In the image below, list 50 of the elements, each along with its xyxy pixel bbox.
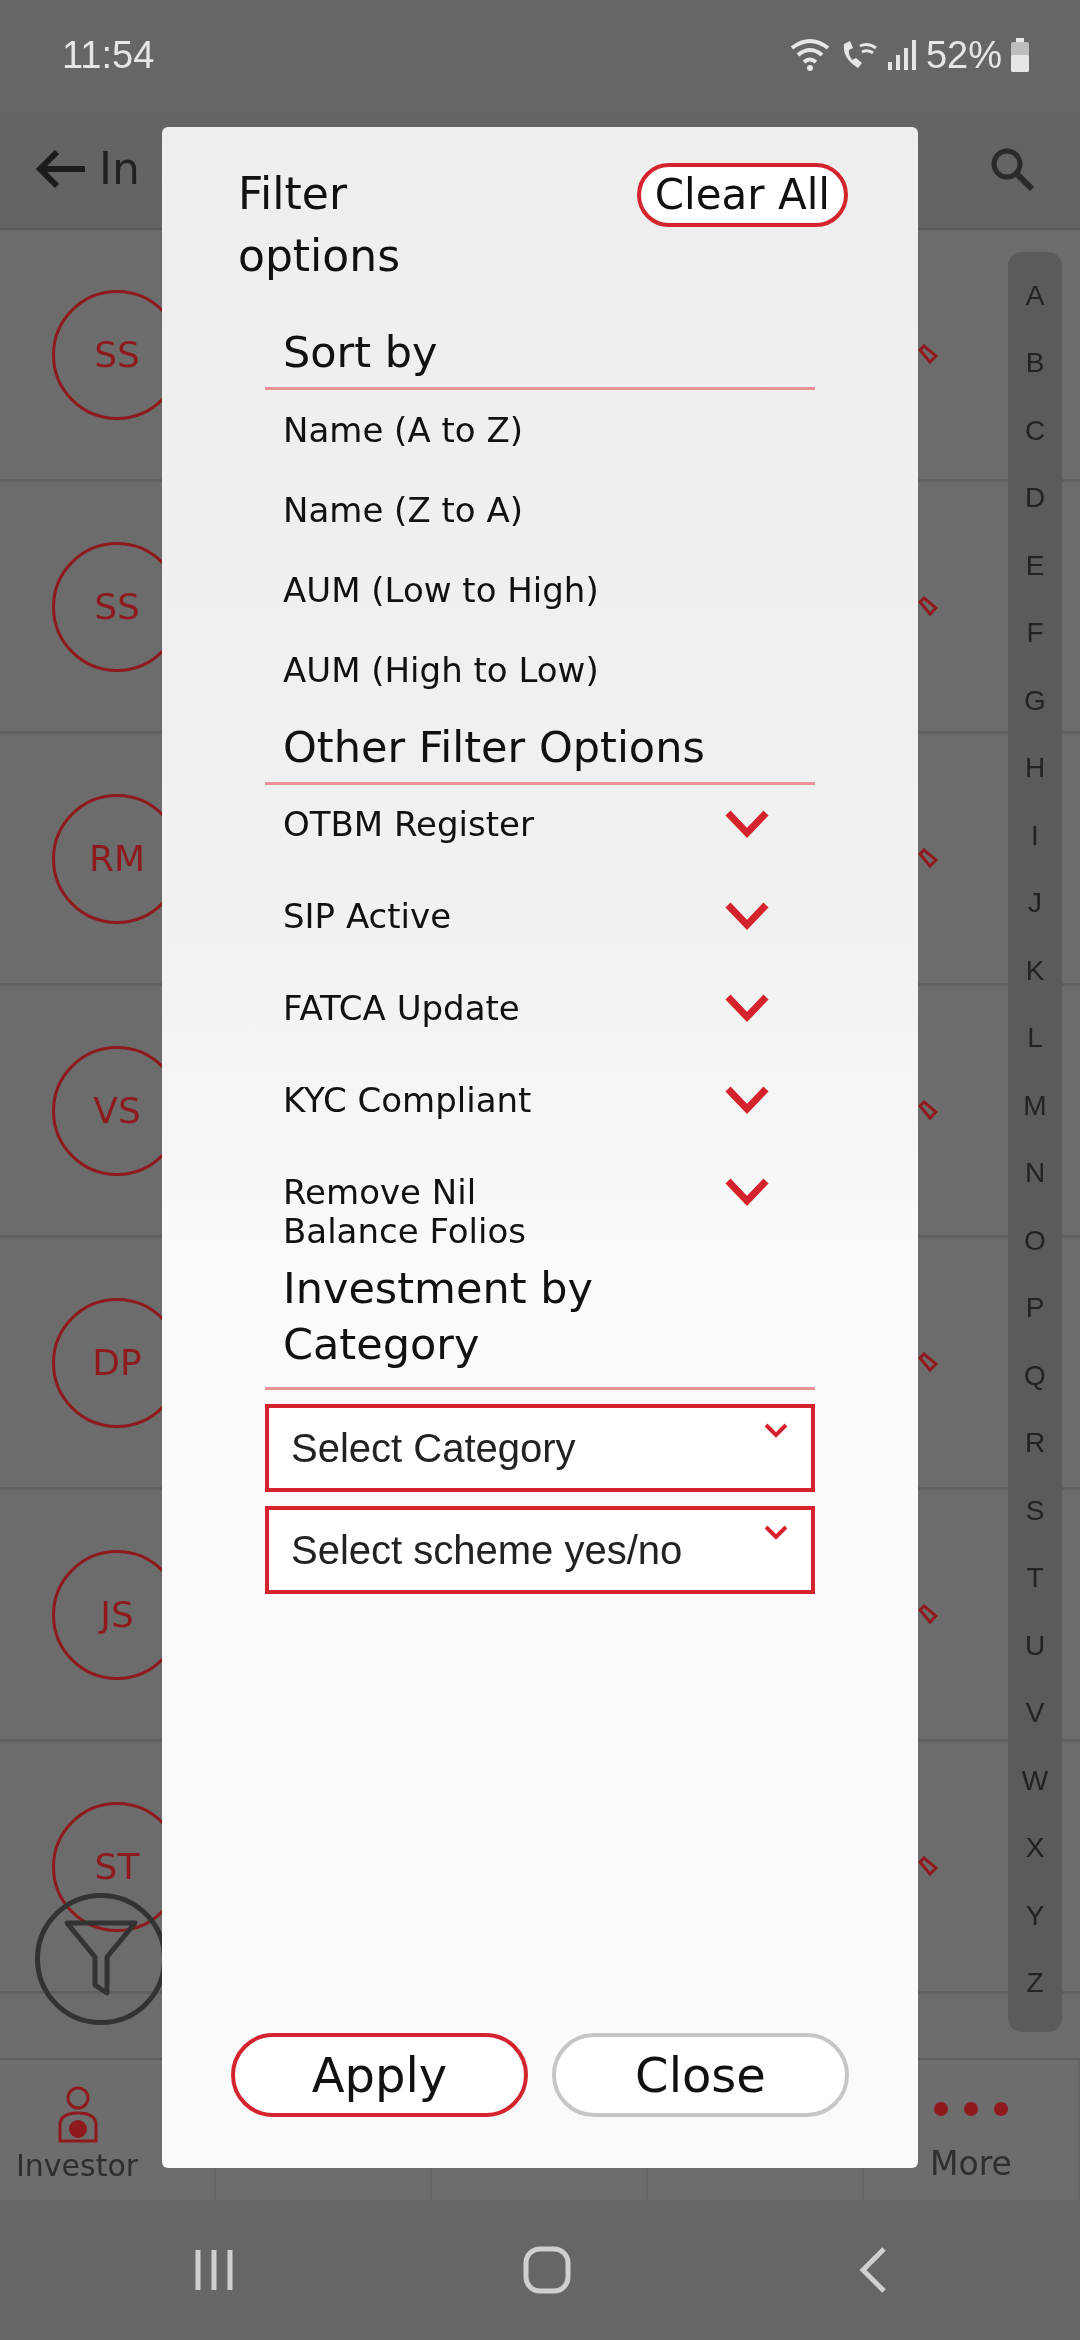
index-letter[interactable]: U [1008,1612,1062,1680]
index-letter[interactable]: I [1008,802,1062,870]
nav-tab[interactable]: Investor [16,2143,139,2188]
index-letter[interactable]: W [1008,1747,1062,1815]
index-letter[interactable]: E [1008,532,1062,600]
filter-option[interactable]: SIP Active [283,896,452,936]
index-letter[interactable]: K [1008,937,1062,1005]
index-letter[interactable]: A [1008,262,1062,330]
section-heading: Sort by [283,327,438,377]
nav-tab[interactable]: More [930,2138,1012,2188]
index-letter[interactable]: J [1008,869,1062,937]
dropdown-field[interactable]: Select scheme yes/no [265,1505,815,1594]
index-letter[interactable]: N [1008,1139,1062,1207]
index-letter[interactable]: D [1008,464,1062,532]
index-letter[interactable]: C [1008,397,1062,465]
dropdown-field[interactable]: Select Category [265,1403,815,1492]
index-letter[interactable]: M [1008,1072,1062,1140]
index-letter[interactable]: Q [1008,1342,1062,1410]
sort-option[interactable]: AUM (High to Low) [265,629,815,710]
index-letter[interactable]: X [1008,1814,1062,1882]
index-letter[interactable]: G [1008,667,1062,735]
clear-all-button[interactable]: Clear All [636,163,848,228]
alphabet-index-bar[interactable]: A B C D E F G H I J K L M N O P Q R S T U V W X Y Z [1008,252,1062,2032]
section-heading: Other Filter Options [283,721,705,772]
filter-option[interactable]: KYC Compliant [283,1080,532,1120]
index-letter[interactable]: L [1008,1004,1062,1072]
index-letter[interactable]: V [1008,1679,1062,1747]
filter-option[interactable]: FATCA Update [283,988,520,1028]
index-letter[interactable]: O [1008,1207,1062,1275]
apply-button[interactable]: Apply [231,2033,528,2117]
index-letter[interactable]: H [1008,734,1062,802]
index-letter[interactable]: B [1008,329,1062,397]
battery-percent: 52% [925,32,1002,78]
index-letter[interactable]: P [1008,1274,1062,1342]
close-button[interactable]: Close [552,2033,849,2117]
filter-option[interactable]: Remove Nil Balance Folios [283,1172,583,1251]
sort-option[interactable]: Name (Z to A) [265,469,815,550]
dialog-title: Filter options [238,167,402,283]
sort-option[interactable]: Name (A to Z) [265,389,815,470]
index-letter[interactable]: Y [1008,1882,1062,1950]
index-letter[interactable]: T [1008,1544,1062,1612]
index-letter[interactable]: Z [1008,1949,1062,2017]
index-letter[interactable]: F [1008,599,1062,667]
sort-option[interactable]: AUM (Low to High) [265,549,815,630]
index-letter[interactable]: R [1008,1409,1062,1477]
section-heading: Investment by Category [283,1261,594,1371]
page-title: In [99,142,140,196]
status-time: 11:54 [62,32,155,78]
index-letter[interactable]: S [1008,1477,1062,1545]
filter-option[interactable]: OTBM Register [283,804,534,844]
